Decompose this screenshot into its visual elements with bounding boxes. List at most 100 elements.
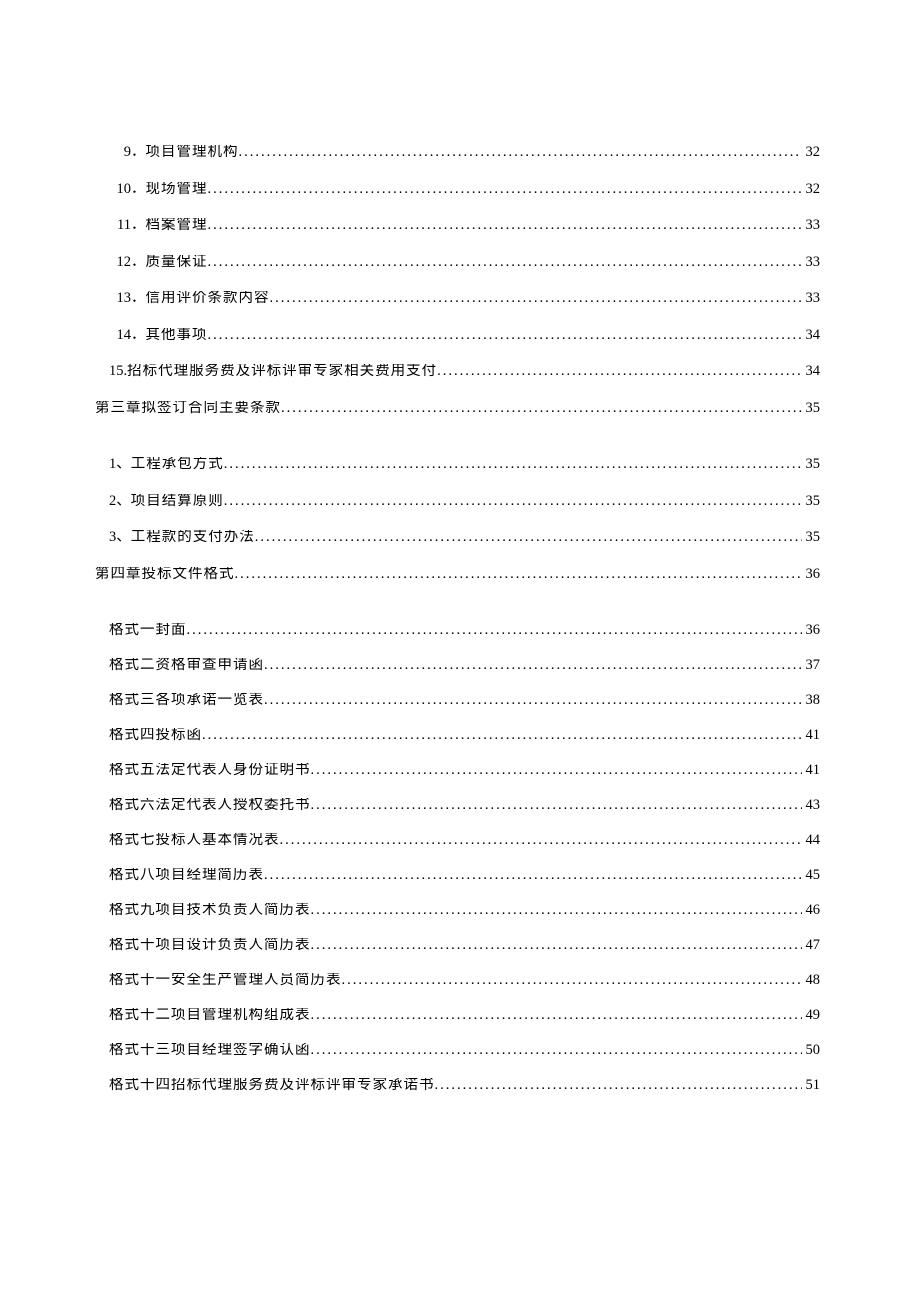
toc-leader-dots [435,1078,802,1093]
toc-entry: 格式六法定代表人授权委托书 43 [109,798,820,813]
toc-entry-label: 工程承包方式 [131,457,224,472]
toc-entry-page: 41 [802,728,821,743]
toc-entry: 格式五法定代表人身份证明书 41 [109,763,820,778]
toc-entry-page: 45 [802,868,821,883]
toc-entry-label: 工程款的支付办法 [131,530,255,545]
toc-leader-dots [311,763,802,778]
toc-entry: 格式十项目设计负责人简历表 47 [109,938,820,953]
toc-entry: 格式九项目技术负责人简历表 46 [109,903,820,918]
toc-entry: 格式七投标人基本情况表44 [109,833,820,848]
toc-entry-label: 格式十二项目管理机构组成表 [109,1008,311,1023]
toc-page: 9 ． 项目管理机构 32 10 ． 现场管理 32 11 ．档案管理33 12 ．质量保证3… [0,0,920,1301]
toc-entry-page: 46 [802,903,821,918]
toc-entry-page: 51 [802,1078,821,1093]
toc-leader-dots [437,364,801,379]
toc-entry-label: 格式三各项承诺一览表 [109,693,264,708]
toc-entry-number: 14 [109,328,131,343]
toc-entry-page: 43 [802,798,821,813]
toc-entry-page: 49 [802,1008,821,1023]
toc-entry-label: 信用评价条款内容 [146,291,270,306]
toc-section-continued: 9 ． 项目管理机构 32 10 ． 现场管理 32 11 ．档案管理33 12 ．质量保证3… [95,145,820,379]
toc-leader-dots [187,623,802,638]
toc-entry: 格式十一安全生产管理人员简历表 48 [109,973,820,988]
toc-entry-page: 35 [802,494,821,509]
toc-entry-page: 32 [802,182,821,197]
toc-entry-page: 41 [802,763,821,778]
toc-entry-label: 其他事项 [146,328,208,343]
toc-entry-separator: ． [131,328,146,343]
toc-leader-dots [311,1043,802,1058]
toc-entry-number: 11 [109,218,131,233]
toc-entry-label: 格式十四招标代理服务费及评标评审专家承诺书 [109,1078,435,1093]
toc-leader-dots [270,291,802,306]
toc-entry-label: 格式十一安全生产管理人员简历表 [109,973,342,988]
toc-leader-dots [224,457,802,472]
toc-entry-page: 50 [802,1043,821,1058]
toc-entry-page: 38 [802,693,821,708]
toc-entry-label: 格式十项目设计负责人简历表 [109,938,311,953]
toc-entry-separator: ． [131,291,146,306]
toc-entry: 10 ．现场管理32 [109,182,820,197]
toc-entry: 15.招标代理服务费及评标评审专家相关费用支付34 [109,364,820,379]
toc-chapter-3-items: 1、工程承包方式352、项目结算原则353、工程款的支付办法35 [95,457,820,545]
toc-entry: 格式三各项承诺一览表 38 [109,693,820,708]
toc-entry-label: 项目结算原则 [131,494,224,509]
toc-entry-page: 36 [802,623,821,638]
toc-entry-page: 48 [802,973,821,988]
toc-entry-page: 34 [802,364,821,379]
toc-entry-label: 现场管理 [146,182,208,197]
toc-entry-label: 格式十三项目经理签字确认函 [109,1043,311,1058]
toc-leader-dots [264,868,802,883]
toc-entry: 格式十三项目经理签字确认函 50 [109,1043,820,1058]
toc-entry-label: 第三章拟签订合同主要条款 [95,401,281,416]
toc-leader-dots [208,255,802,270]
toc-entry-number: 12 [109,255,131,270]
toc-entry-page: 44 [802,833,821,848]
toc-entry-page: 37 [802,658,821,673]
toc-entry: 格式四投标函 41 [109,728,820,743]
toc-leader-dots [202,728,802,743]
toc-leader-dots [208,218,802,233]
toc-entry-page: 32 [802,145,821,160]
toc-entry-number: 9 [109,145,131,160]
toc-entry-label: 格式四投标函 [109,728,202,743]
toc-entry-page: 33 [802,218,821,233]
toc-entry-label: 第四章投标文件格式 [95,567,235,582]
toc-leader-dots [311,938,802,953]
toc-entry: 格式一封面36 [109,623,820,638]
toc-leader-dots [311,903,802,918]
toc-chapter-4-items: 格式一封面36格式二资格审查申请函37格式三各项承诺一览表38格式四投标函41格… [95,623,820,1093]
toc-leader-dots [280,833,802,848]
toc-entry: 11 ．档案管理33 [109,218,820,233]
toc-entry-page: 35 [802,401,821,416]
toc-entry-number: 1、 [109,457,131,472]
toc-leader-dots [208,182,802,197]
toc-entry: 9 ．项目管理机构32 [109,145,820,160]
toc-leader-dots [208,328,802,343]
toc-entry-label: 格式九项目技术负责人简历表 [109,903,311,918]
toc-leader-dots [264,658,802,673]
toc-entry-page: 35 [802,457,821,472]
toc-entry: 格式十二项目管理机构组成表 49 [109,1008,820,1023]
toc-leader-dots [255,530,802,545]
toc-entry-page: 33 [802,255,821,270]
toc-entry-label: 格式八项目经理简历表 [109,868,264,883]
toc-entry-label: 格式五法定代表人身份证明书 [109,763,311,778]
toc-chapter-4: 第四章投标文件格式 36 [95,567,820,582]
toc-entry-label: 项目管理机构 [146,145,239,160]
toc-entry: 3、工程款的支付办法35 [109,530,820,545]
toc-entry: 格式二资格审查申请函 37 [109,658,820,673]
toc-entry-page: 47 [802,938,821,953]
toc-entry-label: 格式六法定代表人授权委托书 [109,798,311,813]
toc-leader-dots [224,494,802,509]
toc-entry-label: 格式二资格审查申请函 [109,658,264,673]
toc-leader-dots [311,798,802,813]
toc-leader-dots [264,693,802,708]
toc-entry: 13 ．信用评价条款内容33 [109,291,820,306]
toc-entry-number: 10 [109,182,131,197]
toc-entry-number: 15. [109,364,127,379]
toc-entry: 12 ．质量保证33 [109,255,820,270]
toc-entry: 格式十四招标代理服务费及评标评审专家承诺书 51 [109,1078,820,1093]
toc-entry: 14 ．其他事项34 [109,328,820,343]
toc-leader-dots [311,1008,802,1023]
